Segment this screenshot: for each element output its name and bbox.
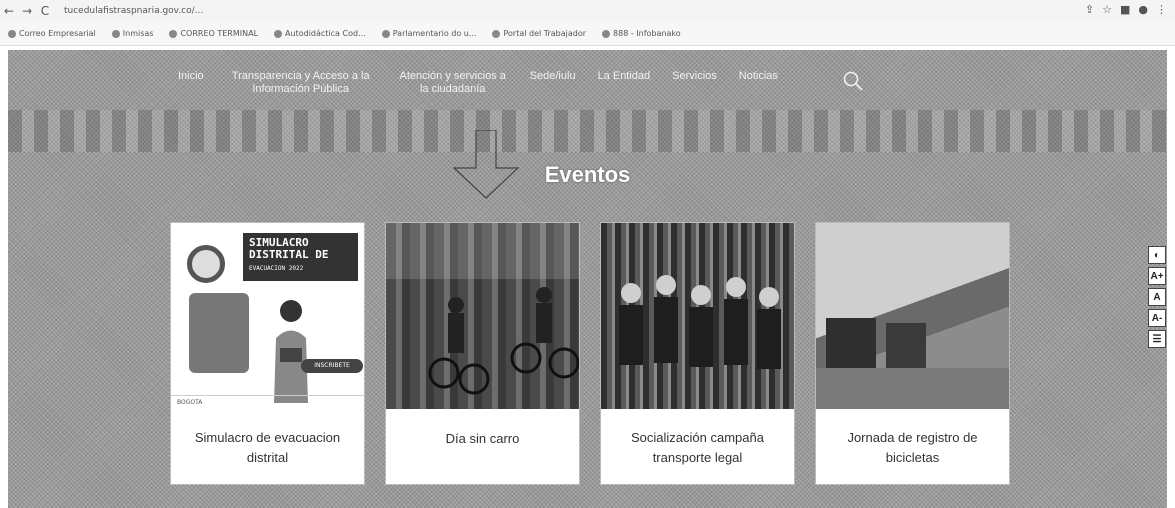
section-title: Eventos xyxy=(544,162,631,187)
nav-item-entidad[interactable]: La Entidad xyxy=(598,70,651,83)
event-title: Día sin carro xyxy=(445,431,520,446)
page-content: Inicio Transparencia y Acceso a la Infor… xyxy=(8,50,1167,508)
nav-item-sede[interactable]: Sede/iulu xyxy=(530,70,576,83)
nav-item-atencion[interactable]: Atención y servicios a la ciudadanía xyxy=(398,70,508,96)
bookmark-item[interactable]: Inmisas xyxy=(111,29,153,38)
nav-item-noticias[interactable]: Noticias xyxy=(739,70,778,83)
event-title: Simulacro de evacuacion distrital xyxy=(194,429,341,465)
event-image xyxy=(386,223,579,409)
bookmark-icon xyxy=(274,29,283,38)
bookmark-item[interactable]: Autodidáctica Cod... xyxy=(274,29,366,38)
logo-icon xyxy=(187,245,225,283)
poster-footer: BOGOTA xyxy=(171,395,364,409)
poster-heading: SIMULACRO DISTRITAL DE EVACUACION 2022 xyxy=(243,233,358,281)
menu-icon[interactable]: ⋮ xyxy=(1156,3,1167,16)
reload-icon[interactable]: C xyxy=(36,4,54,18)
bookmarks-bar: Correo Empresarial Inmisas CORREO TERMIN… xyxy=(0,22,1175,46)
banner-strip xyxy=(8,110,1167,152)
share-icon[interactable]: ⇪ xyxy=(1085,3,1094,16)
bookmark-item[interactable]: Portal del Trabajador xyxy=(492,29,586,38)
bookmark-icon xyxy=(602,29,611,38)
bookmark-icon xyxy=(169,29,178,38)
person-illustration xyxy=(274,300,308,403)
group-photo xyxy=(619,275,781,369)
list-icon[interactable]: ☰ xyxy=(1148,330,1166,348)
nav-item-inicio[interactable]: Inicio xyxy=(178,70,204,83)
decrease-font-button[interactable]: A- xyxy=(1148,309,1166,327)
bicycle-photo xyxy=(428,287,579,395)
tent-photo xyxy=(816,318,1009,409)
event-image xyxy=(816,223,1009,409)
search-icon[interactable] xyxy=(842,70,864,92)
browser-toolbar: ← → C tucedulafistraspnaria.gov.co/... ⇪… xyxy=(0,0,1175,22)
contrast-button[interactable]: ◐ xyxy=(1148,246,1166,264)
poster-button: INSCRIBETE xyxy=(301,359,363,373)
event-title: Socialización campaña transporte legal xyxy=(631,429,764,465)
bookmark-item[interactable]: 888 - Infobanako xyxy=(602,29,681,38)
bookmark-item[interactable]: Parlamentario do u... xyxy=(381,29,476,38)
bookmark-item[interactable]: Correo Empresarial xyxy=(8,29,96,38)
back-icon[interactable]: ← xyxy=(0,4,18,18)
bookmark-icon xyxy=(492,29,501,38)
forward-icon[interactable]: → xyxy=(18,4,36,18)
event-title: Jornada de registro de bicicletas xyxy=(847,429,978,465)
bookmark-icon xyxy=(381,29,390,38)
reset-font-button[interactable]: A xyxy=(1148,288,1166,306)
profile-icon[interactable]: ● xyxy=(1138,3,1148,16)
event-card[interactable]: Socialización campaña transporte legal xyxy=(600,222,795,485)
poster-graphic xyxy=(189,293,249,373)
bookmark-icon xyxy=(8,29,16,38)
nav-item-servicios[interactable]: Servicios xyxy=(672,70,717,83)
event-card[interactable]: Día sin carro xyxy=(385,222,580,485)
bookmark-item[interactable]: CORREO TERMINAL xyxy=(169,29,258,38)
accessibility-toolbar: ◐ A+ A A- ☰ xyxy=(1148,246,1166,348)
address-bar[interactable]: tucedulafistraspnaria.gov.co/... xyxy=(60,3,310,19)
extension-icon[interactable]: ■ xyxy=(1120,3,1130,16)
event-image: SIMULACRO DISTRITAL DE EVACUACION 2022 I… xyxy=(171,223,364,409)
bookmark-icon xyxy=(111,29,120,38)
nav-item-transparencia[interactable]: Transparencia y Acceso a la Información … xyxy=(226,70,376,96)
bookmark-star-icon[interactable]: ☆ xyxy=(1102,3,1112,16)
site-navigation: Inicio Transparencia y Acceso a la Infor… xyxy=(178,70,778,96)
event-image xyxy=(601,223,794,409)
increase-font-button[interactable]: A+ xyxy=(1148,267,1166,285)
event-card[interactable]: Jornada de registro de bicicletas xyxy=(815,222,1010,485)
event-card[interactable]: SIMULACRO DISTRITAL DE EVACUACION 2022 I… xyxy=(170,222,365,485)
